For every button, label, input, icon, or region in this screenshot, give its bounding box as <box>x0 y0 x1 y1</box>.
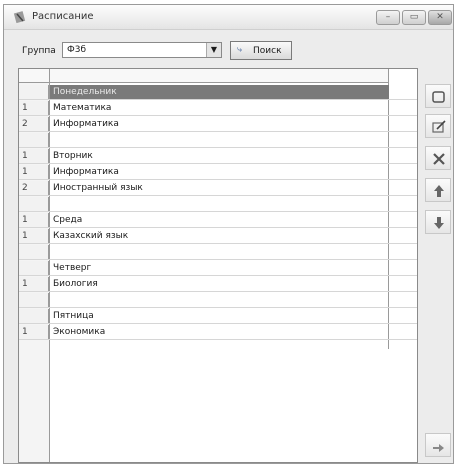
row-number <box>19 261 49 275</box>
row-text: Четверг <box>53 263 92 273</box>
minimize-button[interactable]: – <box>376 10 400 25</box>
row-text: Экономика <box>53 327 106 337</box>
row-text <box>53 133 383 147</box>
search-icon: ⤷ <box>237 45 243 55</box>
exit-icon <box>433 444 444 452</box>
schedule-grid[interactable]: Понедельник 1 Математика 2 Информатика 1 Вторн… <box>18 68 418 463</box>
table-row[interactable]: 2 Иностранный язык <box>19 181 417 196</box>
row-number: 1 <box>19 149 49 163</box>
row-number: 2 <box>19 181 49 195</box>
table-row[interactable]: 2 Информатика <box>19 117 417 132</box>
edit-icon <box>432 120 446 133</box>
row-number: 1 <box>19 213 49 227</box>
maximize-icon: ▭ <box>409 12 419 22</box>
row-number <box>19 293 49 307</box>
schedule-window: Расписание – ▭ ✕ Группа Ф3б ▼ ⤷ Поиск По… <box>3 4 454 464</box>
title-bar[interactable]: Расписание – ▭ ✕ <box>4 5 453 30</box>
row-text: Пятница <box>53 311 94 321</box>
edit-button[interactable] <box>425 114 451 138</box>
table-row[interactable]: 1 Экономика <box>19 325 417 340</box>
grid-header-row <box>19 69 389 83</box>
move-up-button[interactable] <box>425 178 451 202</box>
row-number <box>19 85 49 99</box>
minimize-icon: – <box>385 12 391 22</box>
row-number <box>19 133 49 147</box>
table-row[interactable]: 1 Информатика <box>19 165 417 180</box>
group-label: Группа <box>22 46 56 56</box>
table-row[interactable]: Четверг <box>19 261 417 276</box>
row-text: Казахский язык <box>53 231 129 241</box>
search-button[interactable]: ⤷ Поиск <box>230 41 292 60</box>
table-row[interactable]: Понедельник <box>19 85 417 100</box>
row-text: Иностранный язык <box>53 183 143 193</box>
delete-icon <box>433 153 445 165</box>
maximize-button[interactable]: ▭ <box>402 10 426 25</box>
side-toolbar <box>423 68 455 463</box>
search-button-label: Поиск <box>253 46 282 56</box>
row-text: Понедельник <box>50 85 389 99</box>
row-number: 1 <box>19 165 49 179</box>
row-number <box>19 309 49 323</box>
table-row[interactable]: 1 Среда <box>19 213 417 228</box>
row-text <box>53 293 383 307</box>
table-row[interactable]: 1 Математика <box>19 101 417 116</box>
grid-corner <box>19 69 50 82</box>
row-text: Вторник <box>53 151 93 161</box>
row-text <box>53 197 383 211</box>
chevron-down-icon[interactable]: ▼ <box>206 43 221 57</box>
close-button[interactable]: ✕ <box>428 10 452 25</box>
row-text <box>53 245 383 259</box>
row-text: Информатика <box>53 119 119 129</box>
table-row[interactable]: 1 Вторник <box>19 149 417 164</box>
group-select[interactable]: Ф3б ▼ <box>62 42 222 58</box>
row-text: Среда <box>53 215 83 225</box>
table-row[interactable] <box>19 293 417 308</box>
group-select-value: Ф3б <box>67 45 87 55</box>
row-number <box>19 245 49 259</box>
exit-button[interactable] <box>425 433 451 457</box>
app-icon <box>13 11 26 24</box>
close-icon: ✕ <box>436 12 444 22</box>
row-number: 1 <box>19 277 49 291</box>
move-down-icon <box>434 217 444 229</box>
table-row[interactable] <box>19 133 417 148</box>
move-down-button[interactable] <box>425 210 451 234</box>
move-up-icon <box>434 185 444 197</box>
table-row[interactable]: Пятница <box>19 309 417 324</box>
row-number: 1 <box>19 229 49 243</box>
table-row[interactable] <box>19 197 417 212</box>
table-row[interactable]: 1 Казахский язык <box>19 229 417 244</box>
row-text: Биология <box>53 279 98 289</box>
row-number <box>19 197 49 211</box>
row-number: 1 <box>19 101 49 115</box>
row-number: 1 <box>19 325 49 339</box>
new-button[interactable] <box>425 84 451 108</box>
new-icon <box>432 91 445 103</box>
row-number: 2 <box>19 117 49 131</box>
delete-button[interactable] <box>425 146 451 170</box>
table-row[interactable] <box>19 245 417 260</box>
window-title: Расписание <box>32 11 94 22</box>
row-text: Математика <box>53 103 112 113</box>
row-text: Информатика <box>53 167 119 177</box>
table-row[interactable]: 1 Биология <box>19 277 417 292</box>
